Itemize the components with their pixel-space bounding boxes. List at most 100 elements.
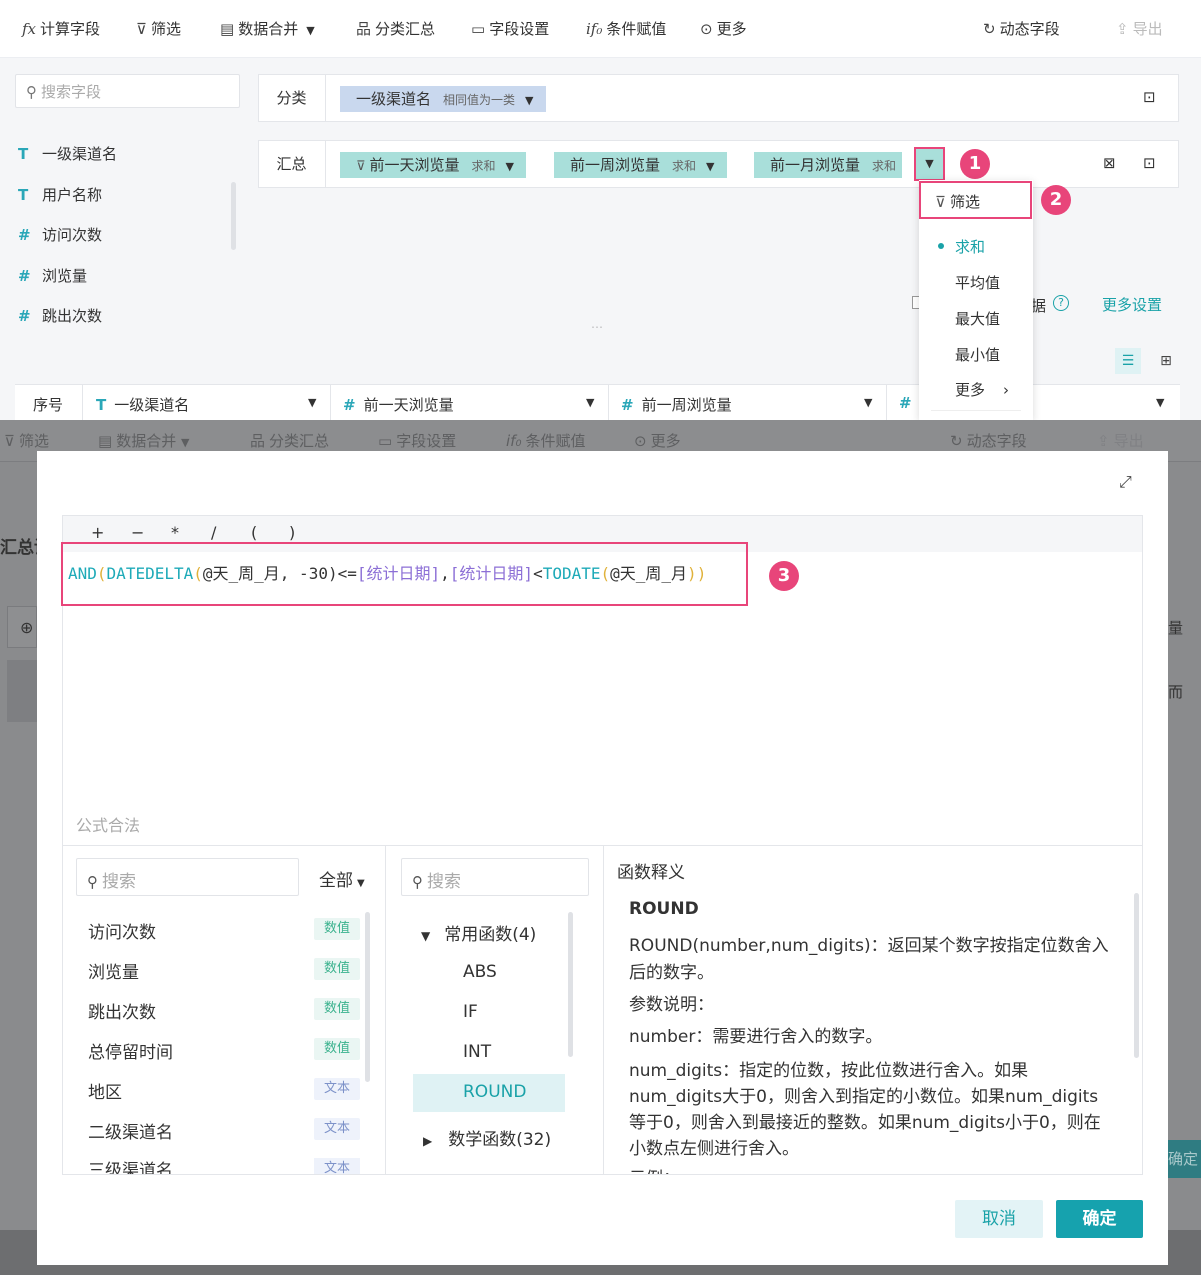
dynamic-field-button[interactable]: ↻ 动态字段: [983, 18, 1060, 39]
bg-ok-partial: 确定: [1168, 1140, 1201, 1178]
conditional-button[interactable]: if₀ 条件赋值: [586, 18, 666, 39]
field-search-input[interactable]: ⚲ 搜索: [76, 858, 299, 896]
menu-item-max[interactable]: 最大值: [955, 308, 1000, 329]
column-header[interactable]: # 前一周浏览量: [621, 394, 732, 415]
chevron-down-icon[interactable]: ▼: [308, 396, 316, 409]
cancel-button[interactable]: 取消: [955, 1200, 1043, 1238]
list-view-icon[interactable]: ☰: [1115, 348, 1141, 374]
step-badge-2: 2: [1041, 185, 1071, 215]
field-settings-button[interactable]: ▭ 字段设置: [471, 18, 549, 39]
bg-export: ⇪ 导出: [1097, 432, 1144, 450]
clear-filter-icon[interactable]: ⊠: [1103, 154, 1116, 172]
bg-group-summary: 品分类汇总: [250, 432, 330, 450]
selected-dot: [938, 243, 944, 249]
more-button[interactable]: ⊙ 更多: [700, 18, 747, 39]
chevron-down-icon[interactable]: ▼: [864, 396, 872, 409]
function-item[interactable]: ROUND: [463, 1082, 526, 1102]
description-line: 示例：: [629, 1164, 680, 1174]
type-badge: 数值: [314, 958, 360, 980]
maximize-icon[interactable]: ⤢: [1119, 472, 1132, 492]
resize-handle[interactable]: ⋯: [591, 320, 603, 334]
settings-list-icon: ▭: [471, 20, 486, 38]
description-line: 等于0，则舍入到最接近的整数。如果num_digits小于0，则在: [629, 1113, 1101, 1133]
function-group-math[interactable]: ▶ 数学函数(32): [423, 1125, 551, 1150]
function-search-input[interactable]: ⚲ 搜索: [401, 858, 589, 896]
menu-item-more[interactable]: 更多 ›: [955, 379, 1009, 400]
column-header[interactable]: #: [899, 394, 920, 412]
list-item[interactable]: 三级渠道名: [88, 1156, 173, 1174]
filter-icon: ⊽: [136, 20, 147, 38]
operator-left-paren[interactable]: (: [251, 523, 257, 542]
summary-pill[interactable]: 前一周浏览量 求和 ▼: [554, 152, 727, 178]
function-item[interactable]: IF: [463, 1002, 478, 1022]
clear-icon[interactable]: ⊡: [1143, 88, 1156, 106]
export-button[interactable]: ⇪ 导出: [1116, 18, 1163, 39]
filter-icon: ⊽: [356, 159, 366, 174]
description-scrollbar[interactable]: [1134, 893, 1139, 1058]
chevron-down-icon[interactable]: ▼: [525, 94, 533, 107]
field-item[interactable]: # 跳出次数: [18, 305, 102, 326]
search-icon: ⚲: [412, 873, 423, 891]
description-line: 后的数字。: [629, 963, 714, 983]
field-type-filter[interactable]: 全部 ▼: [319, 866, 365, 891]
function-item[interactable]: INT: [463, 1042, 491, 1062]
chevron-down-icon: ▼: [357, 878, 365, 889]
more-settings-link[interactable]: 更多设置: [1102, 294, 1162, 315]
summary-pill-dropdown-toggle[interactable]: ▼: [914, 147, 945, 181]
grid-view-icon[interactable]: ⊞: [1153, 348, 1179, 374]
more-icon: ⊙: [700, 20, 713, 38]
field-item[interactable]: # 浏览量: [18, 265, 87, 286]
column-header[interactable]: # 前一天浏览量: [343, 394, 454, 415]
clear-icon[interactable]: ⊡: [1143, 154, 1156, 172]
operator-right-paren[interactable]: ): [289, 523, 295, 542]
number-type-icon: #: [343, 396, 356, 414]
field-list-scrollbar[interactable]: [365, 912, 370, 1082]
menu-item-average[interactable]: 平均值: [955, 272, 1000, 293]
export-icon: ⇪: [1097, 432, 1110, 450]
text-type-icon: T: [96, 396, 107, 414]
field-item[interactable]: T 用户名称: [18, 184, 102, 205]
function-list-scrollbar[interactable]: [568, 912, 573, 1057]
chevron-down-icon[interactable]: ▼: [506, 160, 514, 173]
field-item[interactable]: T 一级渠道名: [18, 143, 117, 164]
chevron-down-icon[interactable]: ▼: [1156, 396, 1164, 409]
ok-button[interactable]: 确定: [1056, 1200, 1143, 1238]
filter-button[interactable]: ⊽ 筛选: [136, 18, 181, 39]
number-type-icon: #: [621, 396, 634, 414]
menu-item-min[interactable]: 最小值: [955, 344, 1000, 365]
menu-item-filter[interactable]: ⊽ 筛选: [919, 181, 1032, 219]
operator-divide[interactable]: /: [211, 523, 216, 542]
list-item[interactable]: 地区: [88, 1078, 122, 1103]
type-badge: 数值: [314, 1038, 360, 1060]
list-item[interactable]: 二级渠道名: [88, 1118, 173, 1143]
group-summary-button[interactable]: 品分类汇总: [356, 18, 435, 39]
list-item[interactable]: 访问次数: [88, 918, 156, 943]
operator-plus[interactable]: +: [91, 523, 104, 542]
chevron-down-icon[interactable]: ▼: [706, 160, 714, 173]
function-item[interactable]: ABS: [463, 962, 497, 982]
function-group-common[interactable]: ▼ 常用函数(4): [421, 920, 536, 945]
number-type-icon: #: [18, 307, 31, 325]
operator-minus[interactable]: −: [131, 523, 144, 542]
column-header[interactable]: T 一级渠道名: [96, 394, 189, 415]
summary-pill[interactable]: 前一月浏览量 求和: [754, 152, 903, 178]
list-item[interactable]: 总停留时间: [88, 1038, 173, 1063]
bg-field-settings: ▭ 字段设置: [378, 432, 457, 450]
summary-pill[interactable]: ⊽ 前一天浏览量 求和 ▼: [340, 152, 527, 178]
column-header: 序号: [33, 396, 64, 414]
field-item[interactable]: # 访问次数: [18, 224, 102, 245]
help-icon[interactable]: ?: [1053, 295, 1069, 311]
calc-field-button[interactable]: fx 计算字段: [22, 18, 100, 39]
field-search-input[interactable]: ⚲ 搜索字段: [15, 74, 240, 108]
group-field-pill[interactable]: 一级渠道名 相同值为一类 ▼: [340, 86, 546, 112]
list-item[interactable]: 浏览量: [88, 958, 139, 983]
list-item[interactable]: 跳出次数: [88, 998, 156, 1023]
chevron-down-icon[interactable]: ▼: [586, 396, 594, 409]
merge-button[interactable]: ▤ 数据合并 ▼: [220, 18, 315, 39]
field-list-scrollbar[interactable]: [231, 182, 236, 250]
type-badge: 文本: [314, 1078, 360, 1100]
menu-item-sum[interactable]: 求和: [955, 236, 985, 257]
type-badge: 数值: [314, 918, 360, 940]
operator-multiply[interactable]: *: [171, 523, 179, 542]
formula-highlight: [61, 542, 748, 606]
